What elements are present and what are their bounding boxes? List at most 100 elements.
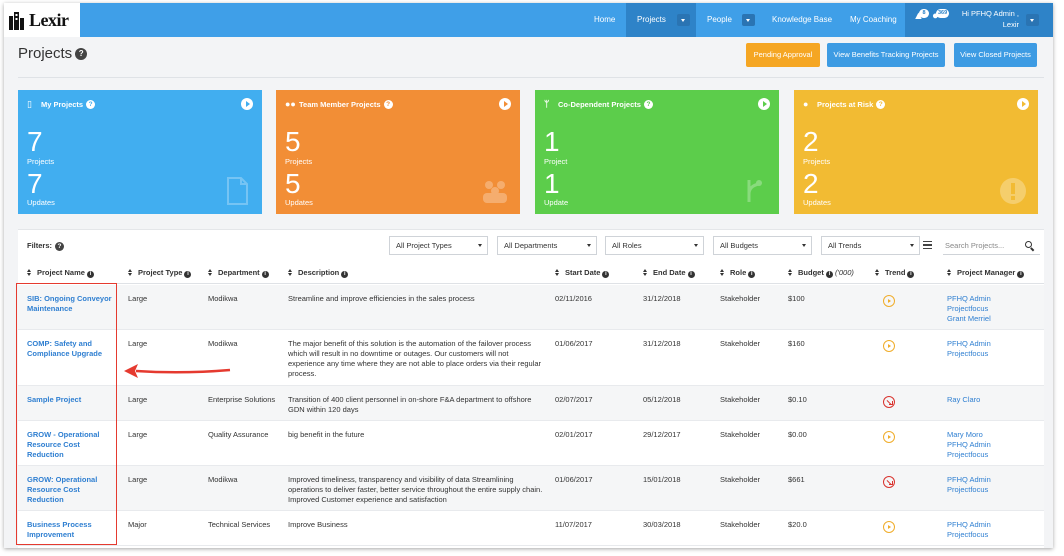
budget-cell: $0.10 bbox=[788, 395, 807, 404]
document-watermark-icon bbox=[227, 177, 248, 205]
sort-icon bbox=[27, 269, 32, 276]
projects-count: 5 bbox=[285, 126, 301, 157]
updates-label: Updates bbox=[803, 198, 831, 207]
end-date-cell: 05/12/2018 bbox=[643, 395, 681, 404]
card-projects-at-risk[interactable]: ● Projects at Risk ? 2 Projects 2 Update… bbox=[794, 90, 1038, 214]
card-help-icon[interactable]: ? bbox=[876, 99, 886, 109]
table-row[interactable]: COMP: Safety and Compliance Upgrade Large… bbox=[18, 330, 1044, 386]
card-my-projects[interactable]: ▯ My Projects ? 7 Projects 7 Updates bbox=[18, 90, 262, 214]
project-name-link[interactable]: Business Process Improvement bbox=[27, 520, 115, 540]
card-help-icon[interactable]: ? bbox=[86, 99, 96, 109]
arrow-right-icon[interactable] bbox=[758, 98, 770, 110]
project-manager-link[interactable]: Mary Moro bbox=[947, 430, 991, 440]
project-name-link[interactable]: GROW: Operational Resource Cost Reductio… bbox=[27, 475, 115, 505]
nav-knowledge-base[interactable]: Knowledge Base bbox=[772, 3, 832, 37]
info-icon: i bbox=[261, 271, 269, 278]
nav-my-coaching[interactable]: My Coaching bbox=[850, 3, 897, 37]
project-type-cell: Large bbox=[128, 339, 148, 348]
project-manager-cell: PFHQ Admin Projectfocus Grant Merriel bbox=[947, 294, 991, 324]
project-manager-link[interactable]: PFHQ Admin bbox=[947, 440, 991, 450]
nav-people[interactable]: People bbox=[707, 3, 732, 37]
card-title: My Projects bbox=[41, 99, 84, 109]
project-manager-link[interactable]: Projectfocus bbox=[947, 450, 991, 460]
view-closed-projects-button[interactable]: View Closed Projects bbox=[954, 43, 1037, 67]
arrow-right-icon[interactable] bbox=[241, 98, 253, 110]
project-manager-link[interactable]: PFHQ Admin bbox=[947, 294, 991, 304]
col-project-manager[interactable]: Project Manager i bbox=[947, 262, 1025, 284]
table-row[interactable]: Sample Project Large Enterprise Solutions T… bbox=[18, 386, 1044, 421]
col-description[interactable]: Description i bbox=[288, 262, 349, 284]
col-start-date[interactable]: Start Date i bbox=[555, 262, 610, 284]
pending-approval-button[interactable]: Pending Approval bbox=[746, 43, 820, 67]
columns-menu-icon[interactable] bbox=[923, 241, 932, 249]
people-dropdown-icon[interactable] bbox=[742, 14, 755, 26]
logo[interactable]: Lexir bbox=[4, 3, 80, 37]
project-type-filter[interactable]: All Project Types bbox=[389, 236, 488, 255]
project-manager-cell: Mary Moro PFHQ Admin Projectfocus bbox=[947, 430, 991, 460]
nav-projects[interactable]: Projects bbox=[626, 3, 696, 37]
sort-icon bbox=[947, 269, 952, 276]
projects-table-panel: Filters:? All Project Types All Departme… bbox=[18, 229, 1044, 548]
department-filter[interactable]: All Departments bbox=[497, 236, 597, 255]
budget-filter[interactable]: All Budgets bbox=[713, 236, 812, 255]
card-help-icon[interactable]: ? bbox=[643, 99, 653, 109]
table-row[interactable]: GROW: Operational Resource Cost Reductio… bbox=[18, 466, 1044, 511]
project-name-link[interactable]: COMP: Safety and Compliance Upgrade bbox=[27, 339, 115, 359]
help-icon[interactable]: ? bbox=[75, 48, 88, 60]
user-greeting[interactable]: Hi PFHQ Admin , Lexir bbox=[962, 8, 1019, 30]
trend-right-icon bbox=[883, 431, 895, 443]
logo-text: Lexir bbox=[29, 9, 69, 30]
project-manager-link[interactable]: Projectfocus bbox=[947, 349, 991, 359]
project-name-link[interactable]: Sample Project bbox=[27, 395, 115, 405]
project-name-link[interactable]: GROW - Operational Resource Cost Reducti… bbox=[27, 430, 115, 460]
col-end-date[interactable]: End Date i bbox=[643, 262, 695, 284]
updates-label: Updates bbox=[27, 198, 55, 207]
user-greeting-line1: Hi PFHQ Admin , bbox=[961, 9, 1019, 18]
sort-icon bbox=[288, 269, 293, 276]
card-co-dependent-projects[interactable]: ᛘ Co-Dependent Projects ? 1 Project 1 Up… bbox=[535, 90, 779, 214]
trend-filter[interactable]: All Trends bbox=[821, 236, 920, 255]
col-department[interactable]: Department i bbox=[208, 262, 269, 284]
project-manager-link[interactable]: Ray Claro bbox=[947, 395, 980, 405]
arrow-right-icon[interactable] bbox=[499, 98, 511, 110]
branch-icon: ᛘ bbox=[544, 99, 550, 109]
filters-label-text: Filters: bbox=[27, 241, 53, 250]
user-dropdown-icon[interactable] bbox=[1026, 14, 1039, 26]
table-row[interactable]: Business Process Improvement Major Technic… bbox=[18, 511, 1044, 546]
col-project-name[interactable]: Project Name i bbox=[27, 262, 94, 284]
filters-help-icon[interactable]: ? bbox=[55, 242, 65, 251]
sort-icon bbox=[788, 269, 793, 276]
col-project-type[interactable]: Project Type i bbox=[128, 262, 192, 284]
col-trend[interactable]: Trend i bbox=[875, 262, 915, 284]
table-row[interactable]: SIB: Ongoing Conveyor Maintenance Large Mo… bbox=[18, 285, 1044, 330]
search-icon[interactable] bbox=[1025, 241, 1032, 248]
branch-watermark-icon bbox=[747, 180, 762, 202]
project-manager-link[interactable]: Grant Merriel bbox=[947, 314, 991, 324]
budget-cell: $661 bbox=[788, 475, 805, 484]
project-manager-link[interactable]: Projectfocus bbox=[947, 304, 991, 314]
project-manager-link[interactable]: PFHQ Admin bbox=[947, 475, 991, 485]
budget-unit-label: ('000) bbox=[834, 268, 854, 277]
info-icon: i bbox=[1017, 271, 1025, 278]
projects-dropdown-icon[interactable] bbox=[677, 14, 690, 26]
view-benefits-tracking-button[interactable]: View Benefits Tracking Projects bbox=[827, 43, 945, 67]
department-cell: Quality Assurance bbox=[208, 430, 269, 439]
project-manager-link[interactable]: PFHQ Admin bbox=[947, 520, 991, 530]
table-row[interactable]: GROW - Operational Resource Cost Reducti… bbox=[18, 421, 1044, 466]
nav-home[interactable]: Home bbox=[594, 3, 615, 37]
trend-down-icon bbox=[883, 476, 895, 488]
trend-right-icon bbox=[883, 521, 895, 533]
project-name-link[interactable]: SIB: Ongoing Conveyor Maintenance bbox=[27, 294, 115, 314]
card-help-icon[interactable]: ? bbox=[383, 99, 393, 109]
info-icon: i bbox=[748, 271, 756, 278]
role-filter[interactable]: All Roles bbox=[605, 236, 704, 255]
end-date-cell: 31/12/2018 bbox=[643, 294, 681, 303]
card-team-member-projects[interactable]: ●● Team Member Projects ? 5 Projects 5 U… bbox=[276, 90, 520, 214]
project-manager-link[interactable]: Projectfocus bbox=[947, 530, 991, 540]
col-budget[interactable]: Budget i ('000) bbox=[788, 262, 854, 284]
project-manager-link[interactable]: Projectfocus bbox=[947, 485, 991, 495]
project-manager-link[interactable]: PFHQ Admin bbox=[947, 339, 991, 349]
col-role[interactable]: Role i bbox=[720, 262, 756, 284]
arrow-right-icon[interactable] bbox=[1017, 98, 1029, 110]
app-window: Lexir Home Projects People Knowledge Bas… bbox=[4, 3, 1053, 548]
